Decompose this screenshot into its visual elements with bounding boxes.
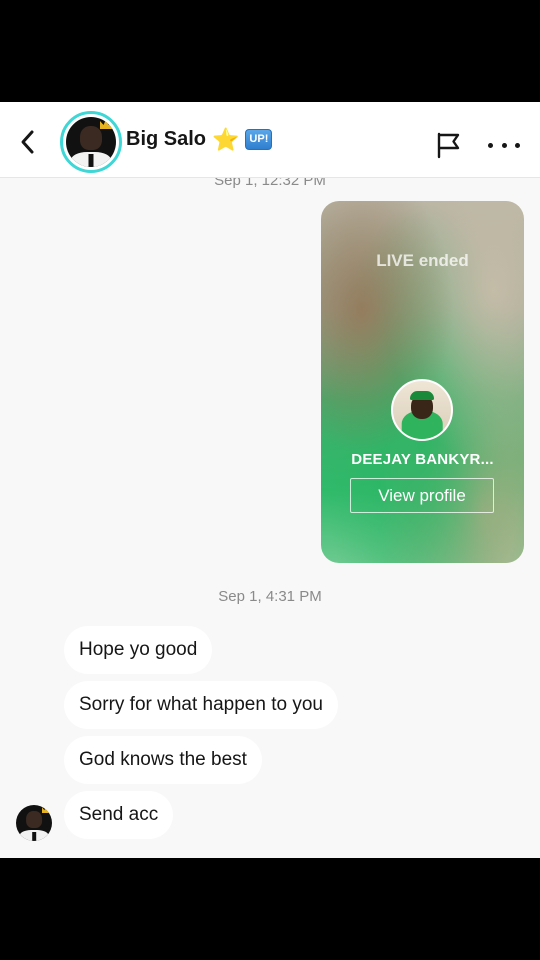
crown-icon: [42, 806, 50, 813]
chat-screen: Big Salo ⭐ UP! Sep 1, 12:32 PM LIVE ende…: [0, 102, 540, 858]
flag-icon: [437, 132, 460, 159]
sender-avatar[interactable]: [16, 805, 52, 841]
view-profile-button[interactable]: View profile: [350, 478, 494, 513]
report-button[interactable]: [434, 130, 464, 160]
back-button[interactable]: [12, 126, 44, 158]
up-badge: UP!: [245, 129, 273, 150]
more-horizontal-icon: [488, 142, 493, 148]
chat-header: Big Salo ⭐ UP!: [0, 102, 540, 178]
message-bubble[interactable]: Sorry for what happen to you: [64, 681, 338, 729]
contact-name: Big Salo: [126, 128, 207, 150]
live-status-label: LIVE ended: [376, 251, 469, 270]
star-emoji: ⭐: [212, 126, 240, 152]
more-options-button[interactable]: [488, 130, 520, 160]
avatar-image: [66, 117, 116, 167]
live-ended-card[interactable]: LIVE ended DEEJAY BANKYR... View profile: [321, 201, 524, 563]
crown-icon: [100, 119, 112, 129]
message-bubble[interactable]: Hope yo good: [64, 626, 213, 674]
message-bubble[interactable]: God knows the best: [64, 736, 262, 784]
chevron-left-icon: [21, 130, 34, 154]
title-area[interactable]: Big Salo ⭐ UP!: [126, 126, 273, 152]
live-host-avatar[interactable]: [391, 379, 453, 441]
profile-avatar[interactable]: [60, 111, 122, 173]
message-timestamp: Sep 1, 4:31 PM: [218, 588, 322, 605]
live-host-name: DEEJAY BANKYR...: [351, 451, 494, 468]
message-bubble[interactable]: Send acc: [64, 791, 174, 839]
